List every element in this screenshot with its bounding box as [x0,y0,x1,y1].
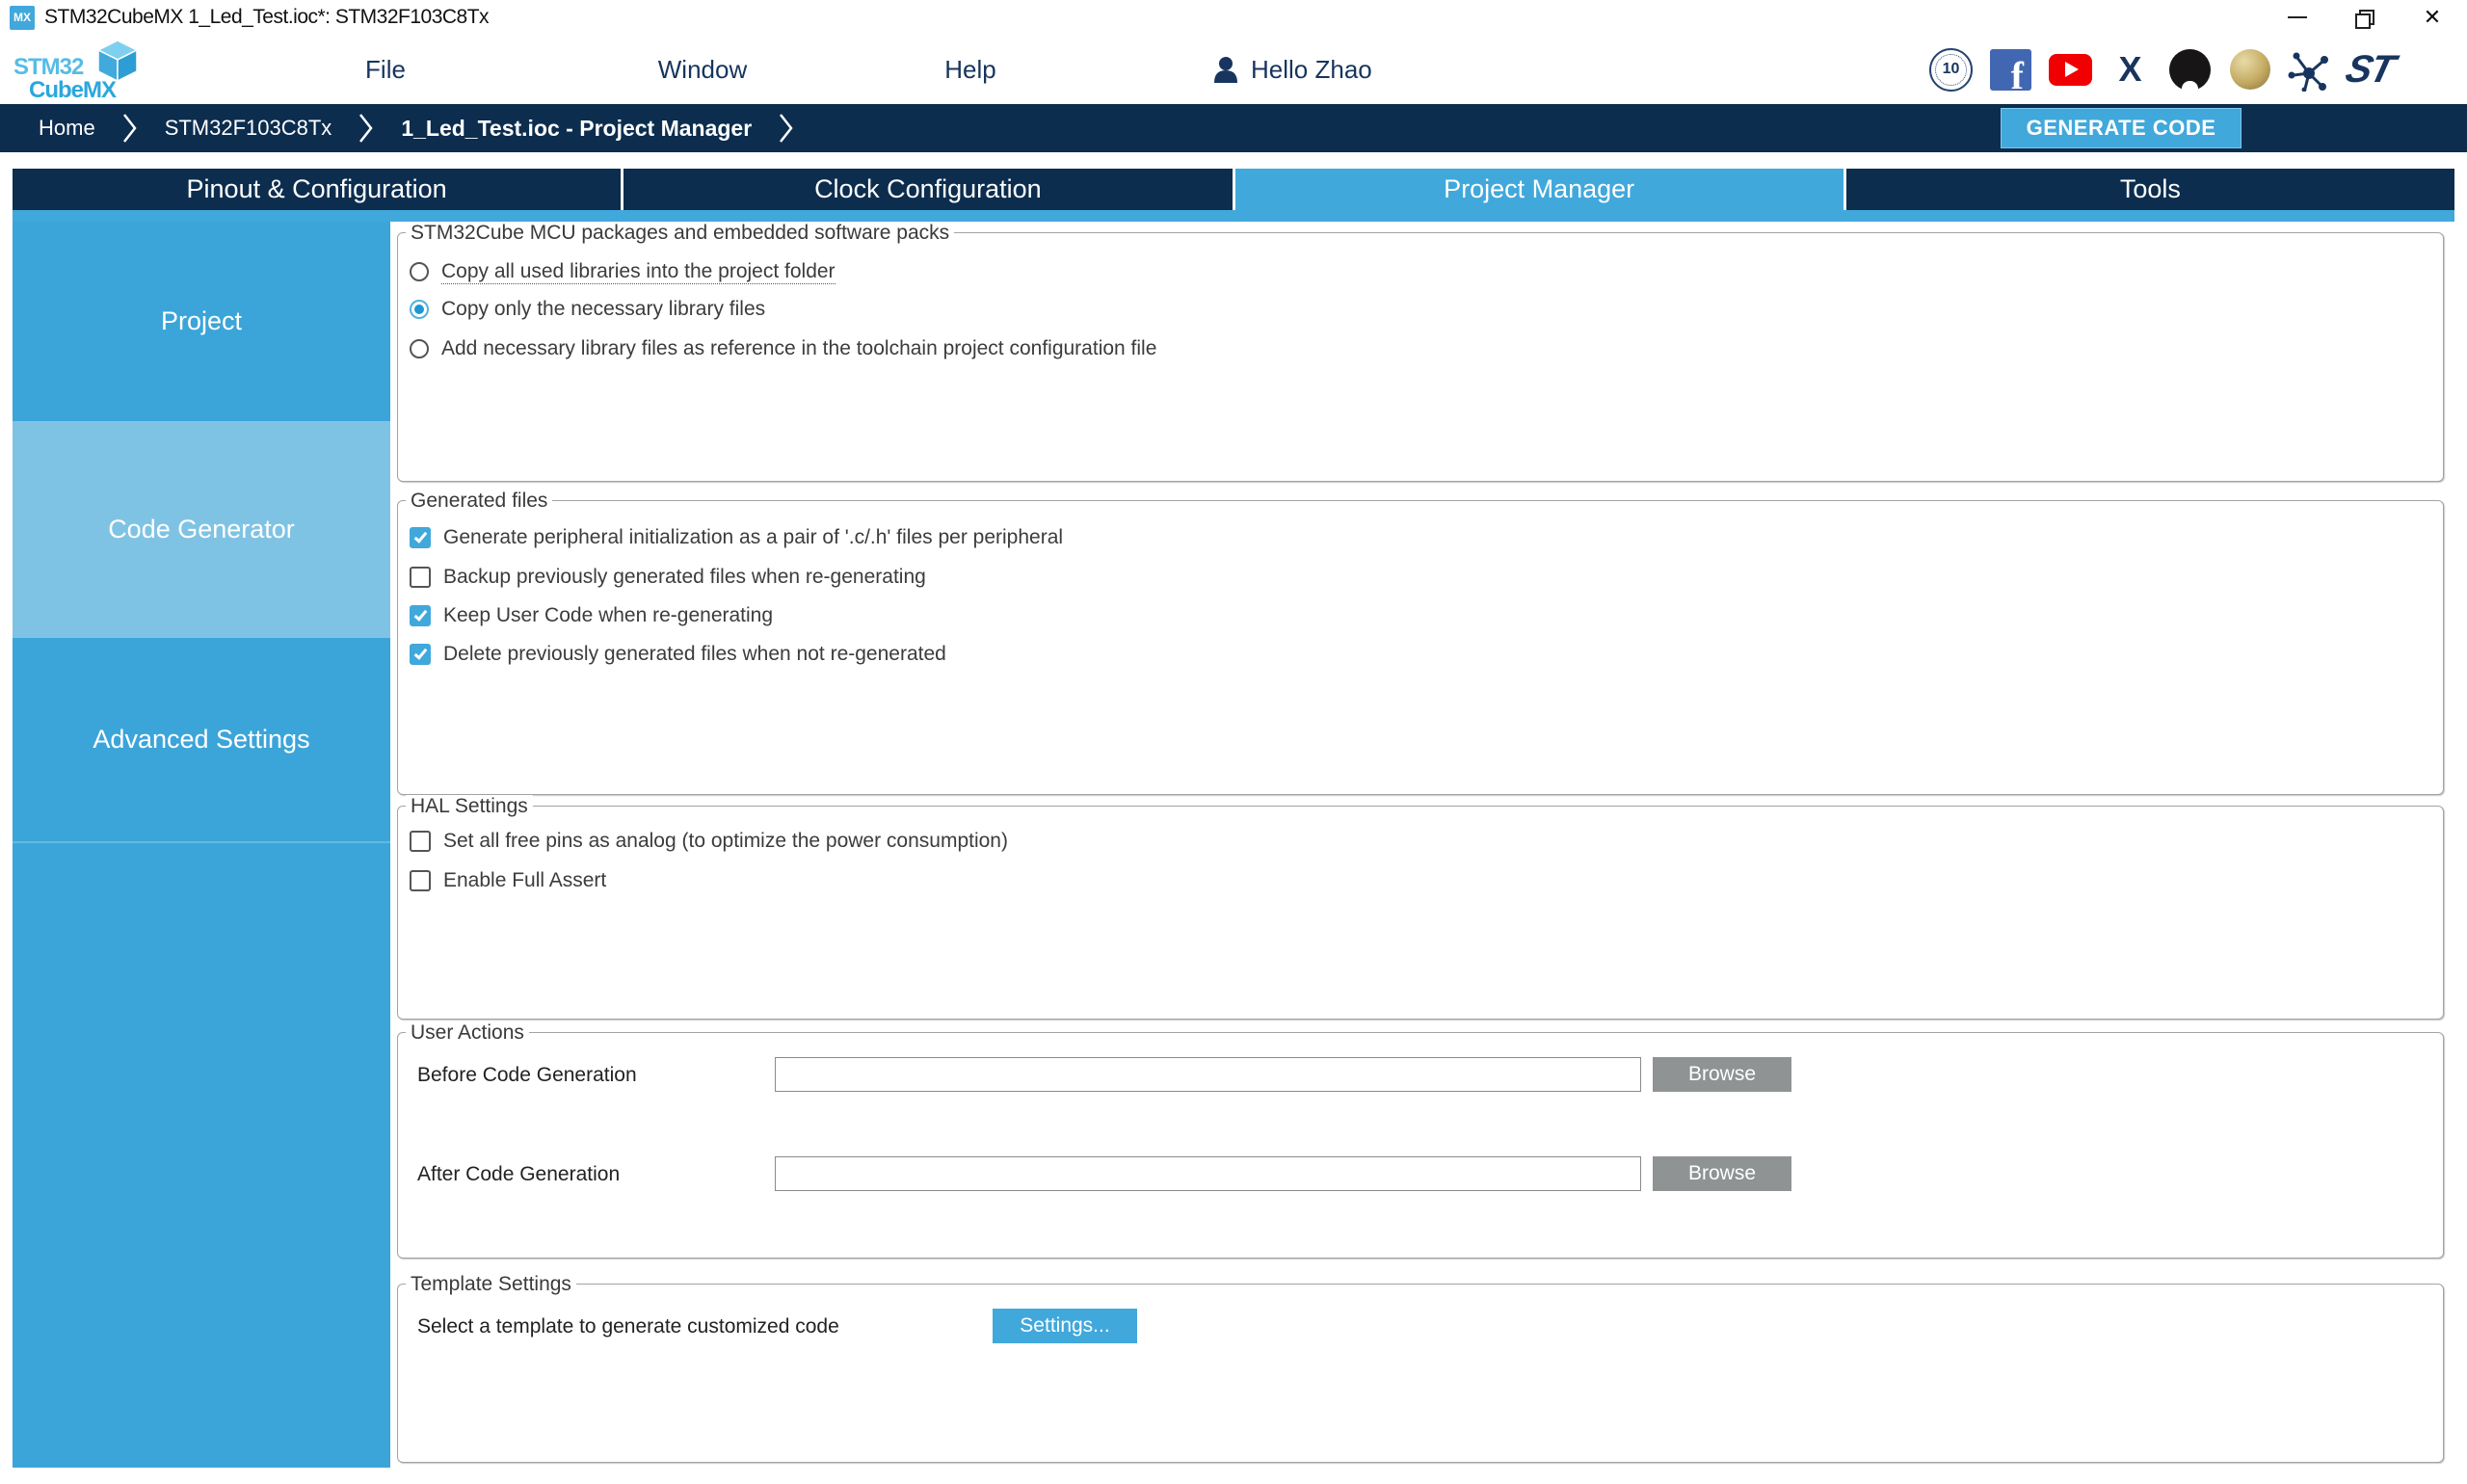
menu-help[interactable]: Help [913,35,1028,104]
hal-settings-fieldset: HAL Settings Set all free pins as analog… [397,795,2444,1020]
social-links: 10 f X ST [1929,35,2398,104]
radio-label[interactable]: Add necessary library files as reference… [441,337,1156,360]
chevron-right-icon [122,114,137,143]
mcu-packages-fieldset: STM32Cube MCU packages and embedded soft… [397,222,2444,482]
fieldset-legend: STM32Cube MCU packages and embedded soft… [406,222,955,245]
checkbox-generate-pair-files[interactable] [410,527,431,548]
breadcrumb-mcu[interactable]: STM32F103C8Tx [165,116,332,141]
window-title: STM32CubeMX 1_Led_Test.ioc*: STM32F103C8… [44,6,490,28]
template-select-label: Select a template to generate customized… [417,1315,839,1338]
checkbox-row: Delete previously generated files when n… [410,642,946,667]
chevron-right-icon [780,114,793,143]
github-icon[interactable] [2168,48,2212,92]
after-code-generation-input[interactable] [775,1156,1641,1191]
community-network-icon[interactable] [2288,48,2331,92]
radio-add-as-reference[interactable] [410,339,429,358]
generated-files-fieldset: Generated files Generate peripheral init… [397,490,2444,795]
checkbox-free-pins-analog[interactable] [410,831,431,852]
template-settings-button[interactable]: Settings... [993,1309,1137,1343]
minimize-icon [2288,16,2307,18]
checkbox-row: Generate peripheral initialization as a … [410,525,1063,550]
user-greeting: Hello Zhao [1251,54,1372,84]
radio-row: Copy all used libraries into the project… [410,259,836,284]
sidebar: Project Code Generator Advanced Settings [13,222,390,1468]
radio-copy-necessary-files[interactable] [410,300,429,319]
sidebar-divider [13,841,390,843]
restore-button[interactable] [2340,0,2386,35]
radio-label[interactable]: Copy only the necessary library files [441,298,765,321]
stm32cubemx-logo: STM32 CubeMX [13,37,139,104]
title-bar: MX STM32CubeMX 1_Led_Test.ioc*: STM32F10… [0,0,2467,35]
menu-window[interactable]: Window [635,35,770,104]
active-tab-strip [13,210,2454,222]
fieldset-legend: HAL Settings [406,795,533,818]
radio-row: Add necessary library files as reference… [410,336,1156,361]
after-code-generation-label: After Code Generation [417,1163,621,1185]
chevron-right-icon [359,114,373,143]
checkbox-keep-user-code[interactable] [410,605,431,626]
close-icon: ✕ [2423,5,2442,29]
facebook-icon[interactable]: f [1989,48,2032,92]
app-mx-icon: MX [10,6,35,30]
wikipedia-icon[interactable] [2228,48,2271,92]
fieldset-legend: Template Settings [406,1273,576,1296]
st-logo-icon[interactable]: ST [2342,48,2398,92]
checkbox-enable-full-assert[interactable] [410,870,431,891]
user-actions-fieldset: User Actions Before Code Generation Brow… [397,1021,2444,1259]
sidebar-item-project[interactable]: Project [13,222,390,421]
checkbox-row: Keep User Code when re-generating [410,603,773,628]
tab-project-manager[interactable]: Project Manager [1234,169,1844,210]
checkbox-row: Set all free pins as analog (to optimize… [410,829,1008,854]
checkbox-row: Backup previously generated files when r… [410,565,926,590]
checkbox-label[interactable]: Enable Full Assert [443,869,606,892]
before-code-generation-input[interactable] [775,1057,1641,1092]
checkbox-delete-not-regenerated[interactable] [410,644,431,665]
breadcrumb-home[interactable]: Home [39,116,95,141]
browse-after-button[interactable]: Browse [1653,1156,1791,1191]
logo-cubemx-text: CubeMX [29,77,117,103]
fieldset-legend: Generated files [406,490,553,513]
checkbox-label[interactable]: Backup previously generated files when r… [443,566,926,589]
tab-bar: Pinout & Configuration Clock Configurati… [13,169,2454,210]
breadcrumb: Home STM32F103C8Tx 1_Led_Test.ioc - Proj… [0,104,2467,152]
radio-copy-all-libraries[interactable] [410,262,429,281]
checkbox-label[interactable]: Delete previously generated files when n… [443,643,946,666]
tab-clock-configuration[interactable]: Clock Configuration [623,169,1233,210]
user-account[interactable]: Hello Zhao [1212,35,1372,104]
radio-row: Copy only the necessary library files [410,297,765,322]
app-window: MX STM32CubeMX 1_Led_Test.ioc*: STM32F10… [0,0,2467,1484]
close-button[interactable]: ✕ [2409,0,2455,35]
tab-tools[interactable]: Tools [1845,169,2454,210]
fieldset-legend: User Actions [406,1021,529,1045]
checkbox-label[interactable]: Set all free pins as analog (to optimize… [443,830,1008,853]
sidebar-item-advanced-settings[interactable]: Advanced Settings [13,638,390,841]
generate-code-button[interactable]: GENERATE CODE [2001,108,2242,148]
restore-icon [2355,10,2374,29]
minimize-button[interactable] [2274,0,2321,35]
checkbox-row: Enable Full Assert [410,868,606,893]
tab-pinout-configuration[interactable]: Pinout & Configuration [13,169,622,210]
menu-bar: STM32 CubeMX File Window Help Hello Zhao… [0,35,2467,104]
before-code-generation-label: Before Code Generation [417,1064,637,1086]
breadcrumb-current: 1_Led_Test.ioc - Project Manager [401,115,753,141]
browse-before-button[interactable]: Browse [1653,1057,1791,1092]
checkbox-label[interactable]: Keep User Code when re-generating [443,604,773,627]
user-icon [1214,57,1237,83]
youtube-icon[interactable] [2049,48,2092,92]
checkbox-label[interactable]: Generate peripheral initialization as a … [443,526,1063,549]
checkbox-backup-files[interactable] [410,567,431,588]
x-twitter-icon[interactable]: X [2109,48,2152,92]
sidebar-item-code-generator[interactable]: Code Generator [13,423,390,636]
code-generator-panel: STM32Cube MCU packages and embedded soft… [390,222,2467,1484]
template-settings-fieldset: Template Settings Select a template to g… [397,1273,2444,1463]
ten-years-badge-icon[interactable]: 10 [1929,47,1973,92]
radio-label[interactable]: Copy all used libraries into the project… [441,260,836,284]
menu-file[interactable]: File [328,35,443,104]
